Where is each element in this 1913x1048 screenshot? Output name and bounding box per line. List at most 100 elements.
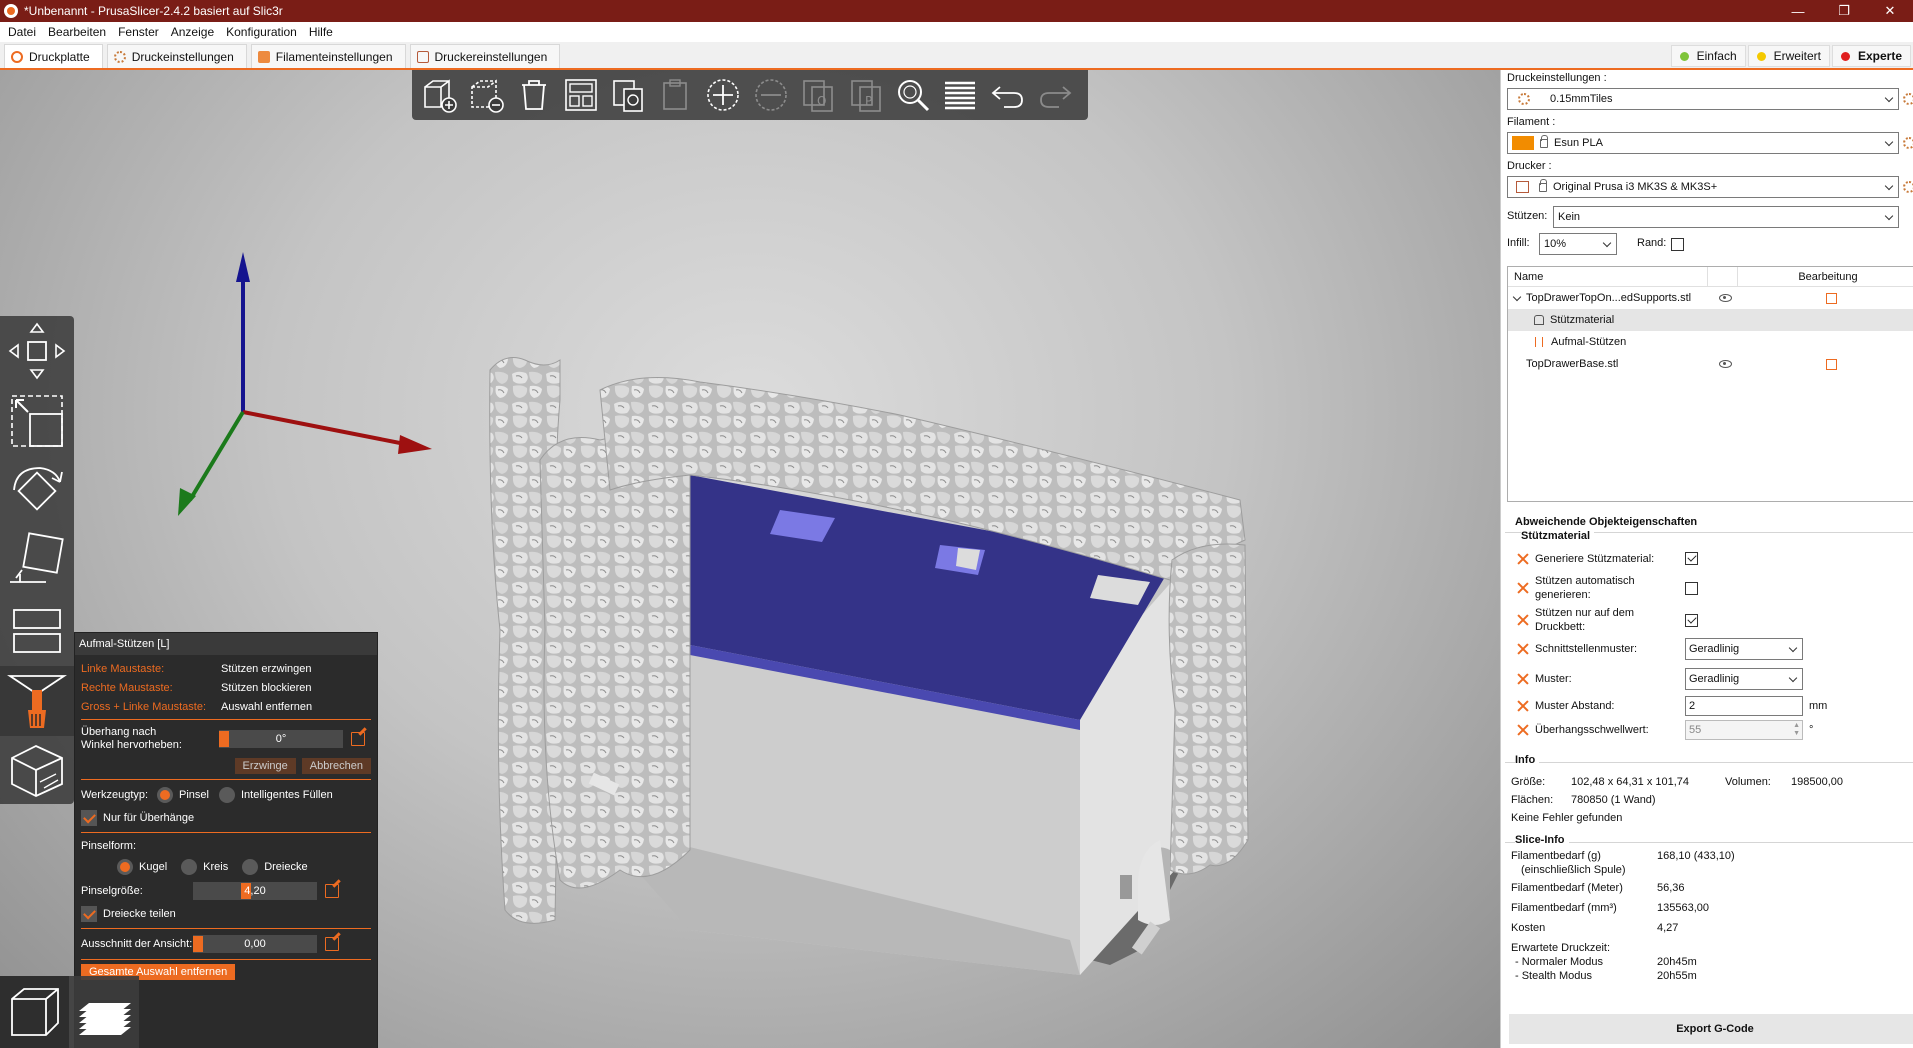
mode-erweitert-button[interactable]: Erweitert [1747,45,1830,67]
split-triangles-checkbox[interactable] [81,906,97,922]
edit-icon[interactable] [1826,292,1837,304]
edit-value-icon[interactable] [351,732,365,746]
tool-smart-fill-radio[interactable] [218,787,235,803]
menu-konfiguration[interactable]: Konfiguration [220,25,303,39]
export-gcode-button[interactable]: Export G-Code [1509,1014,1913,1044]
menu-anzeige[interactable]: Anzeige [165,25,220,39]
add-instance-button[interactable] [703,72,744,118]
3d-viewport[interactable]: O P Aufmal-Stützen [L] Linke Maustaste: … [0,70,1500,1048]
object-row[interactable]: Aufmal-Stützen [1508,331,1913,353]
enforce-button[interactable]: Erzwinge [234,758,296,774]
filament-combo[interactable]: Esun PLA [1507,132,1899,154]
overhang-only-checkbox[interactable] [81,810,97,826]
seam-paint-tool-button[interactable] [0,736,74,806]
interface-pattern-combo[interactable]: Geradlinig [1685,638,1803,660]
3d-view-button[interactable] [0,976,69,1048]
tab-filamenteinstellungen[interactable]: Filamenteinstellungen [250,44,406,68]
reset-x-icon[interactable] [1517,673,1529,685]
reset-x-icon[interactable] [1517,553,1529,565]
menu-datei[interactable]: Datei [2,25,42,39]
filament-g-label-2: (einschließlich Spule) [1521,864,1626,876]
edit-value-icon[interactable] [325,937,339,951]
print-settings-combo[interactable]: 0.15mmTiles [1507,88,1899,110]
brush-size-slider[interactable]: 4,20 [193,882,317,900]
buildplate-only-checkbox[interactable] [1685,613,1698,627]
mode-experte-button[interactable]: Experte [1831,45,1911,67]
pattern-row: Muster: Geradlinig [1517,668,1907,690]
edit-value-icon[interactable] [325,884,339,898]
printer-edit-icon[interactable] [1903,181,1913,193]
arrange-button[interactable] [560,72,601,118]
menu-fenster[interactable]: Fenster [112,25,165,39]
menu-bearbeiten[interactable]: Bearbeiten [42,25,112,39]
edit-icon[interactable] [1826,358,1837,370]
preview-button[interactable] [69,976,138,1048]
remove-instance-button[interactable] [750,72,791,118]
infill-combo[interactable]: 10% [1539,233,1617,255]
lock-icon [1539,178,1547,192]
add-button[interactable] [418,72,459,118]
menu-hilfe[interactable]: Hilfe [303,25,339,39]
undo-button[interactable] [987,72,1028,118]
place-on-face-button[interactable] [0,526,74,596]
split-parts-button[interactable]: P [845,72,886,118]
pattern-spacing-input[interactable]: 2 [1685,696,1803,716]
reset-x-icon[interactable] [1517,614,1529,626]
reset-x-icon[interactable] [1517,643,1529,655]
maximize-button[interactable]: ❐ [1821,0,1867,22]
print-settings-edit-icon[interactable] [1903,93,1913,105]
column-name[interactable]: Name [1508,266,1708,287]
chevron-down-icon[interactable] [1512,292,1522,301]
paste-button[interactable] [655,72,696,118]
object-row[interactable]: TopDrawerTopOn...edSupports.stl [1508,287,1913,309]
overhang-threshold-input[interactable]: 55 ▲ ▼ [1685,720,1803,740]
filament-edit-icon[interactable] [1903,137,1913,149]
minimize-button[interactable]: — [1775,0,1821,22]
eye-icon[interactable] [1719,360,1732,368]
auto-supports-row: Stützen automatisch generieren: [1517,574,1907,602]
pattern-combo[interactable]: Geradlinig [1685,668,1803,690]
reset-x-icon[interactable] [1517,724,1529,736]
search-button[interactable] [892,72,933,118]
copy-button[interactable] [608,72,649,118]
reset-x-icon[interactable] [1517,700,1529,712]
slider-knob[interactable] [193,936,203,952]
mode-einfach-button[interactable]: Einfach [1670,45,1746,67]
overhang-angle-slider[interactable]: 0° [219,730,343,748]
reset-x-icon[interactable] [1517,582,1529,594]
cancel-button[interactable]: Abbrechen [301,758,371,774]
support-section-title: Stützmaterial [1521,530,1595,542]
tool-brush-radio[interactable] [157,787,173,803]
spin-arrows-icon[interactable]: ▲ ▼ [1793,722,1800,738]
shape-triangle-radio[interactable] [242,859,259,875]
auto-supports-checkbox[interactable] [1685,581,1698,595]
supports-combo[interactable]: Kein [1553,206,1899,228]
split-objects-button[interactable]: O [797,72,838,118]
cut-tool-button[interactable] [0,596,74,666]
redo-button[interactable] [1034,72,1075,118]
layers-editing-button[interactable] [940,72,981,118]
delete-all-button[interactable] [513,72,554,118]
scale-tool-button[interactable] [0,386,74,456]
clipping-slider[interactable]: 0,00 [193,935,317,953]
tab-druckplatte[interactable]: Druckplatte [4,44,103,68]
tool-brush-label: Pinsel [179,789,209,801]
printer-label: Drucker : [1507,160,1552,172]
brim-checkbox[interactable] [1671,238,1684,251]
eye-icon[interactable] [1719,294,1732,302]
slider-knob[interactable] [219,731,229,747]
move-tool-button[interactable] [0,316,74,386]
shape-circle-radio[interactable] [181,859,198,875]
delete-button[interactable] [465,72,506,118]
tab-druckeinstellungen[interactable]: Druckeinstellungen [106,44,247,68]
rotate-tool-button[interactable] [0,456,74,526]
column-edit[interactable]: Bearbeitung [1738,271,1913,283]
object-row[interactable]: Stützmaterial [1508,309,1913,331]
tab-druckereinstellungen[interactable]: Druckereinstellungen [409,44,561,68]
printer-combo[interactable]: Original Prusa i3 MK3S & MK3S+ [1507,176,1899,198]
shape-sphere-radio[interactable] [117,859,133,875]
close-button[interactable]: ✕ [1867,0,1913,22]
object-row[interactable]: TopDrawerBase.stl [1508,353,1913,375]
support-paint-tool-button[interactable] [0,666,74,736]
generate-supports-checkbox[interactable] [1685,552,1698,565]
